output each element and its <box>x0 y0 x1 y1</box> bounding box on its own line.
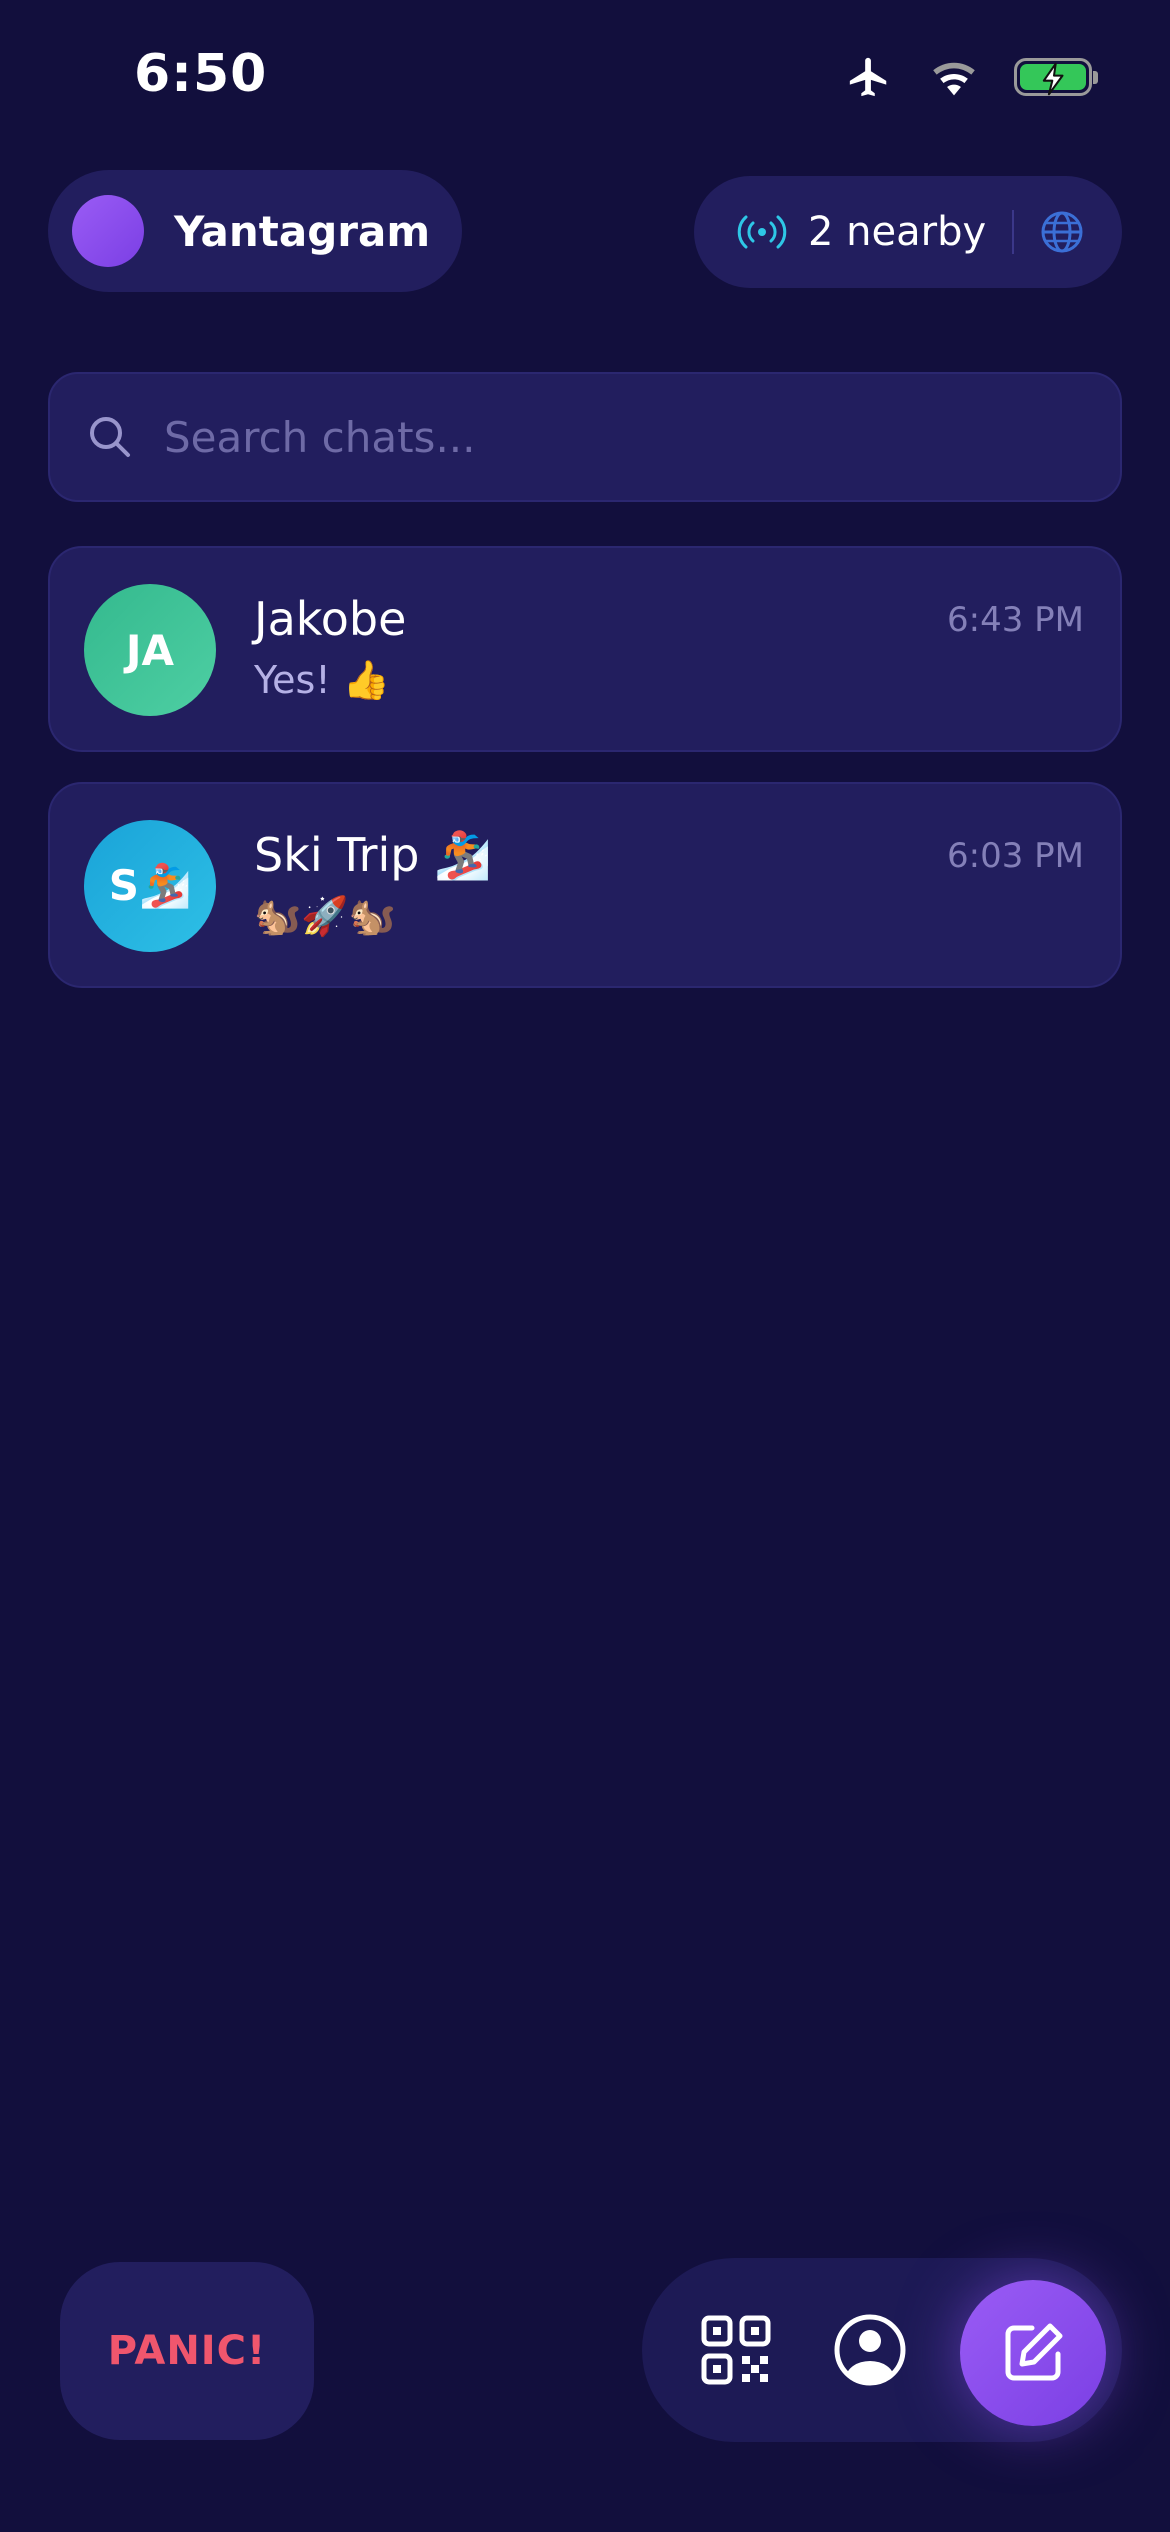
chat-time: 6:03 PM <box>947 836 1084 876</box>
chat-avatar: S🏂 <box>84 820 216 952</box>
status-icons <box>844 52 1098 102</box>
chat-item-ski-trip[interactable]: S🏂 Ski Trip 🏂 🐿️🚀🐿️ 6:03 PM <box>48 782 1122 988</box>
nearby-divider <box>1012 210 1015 254</box>
profile-button[interactable] <box>830 2310 910 2390</box>
chat-avatar: JA <box>84 584 216 716</box>
compose-icon <box>1005 2323 1063 2381</box>
qr-code-icon <box>701 2315 771 2385</box>
profile-pill[interactable]: Yantagram <box>48 170 462 292</box>
wifi-icon <box>933 62 975 96</box>
chat-name: Ski Trip 🏂 <box>254 828 492 882</box>
signal-broadcast-icon <box>737 215 787 249</box>
airplane-icon <box>849 57 887 97</box>
qr-code-button[interactable] <box>700 2314 772 2386</box>
nearby-count: 2 nearby <box>808 209 987 255</box>
globe-icon[interactable] <box>1040 210 1084 254</box>
chat-preview: 🐿️🚀🐿️ <box>254 894 396 938</box>
compose-button[interactable] <box>960 2280 1106 2426</box>
chat-time: 6:43 PM <box>947 600 1084 640</box>
chat-name: Jakobe <box>254 592 407 646</box>
profile-avatar <box>72 195 144 267</box>
status-time: 6:50 <box>134 44 268 104</box>
chat-preview: Yes! 👍 <box>254 658 390 702</box>
profile-name: Yantagram <box>174 206 431 256</box>
search-icon <box>90 417 130 457</box>
panic-button[interactable]: PANIC! <box>60 2262 314 2440</box>
search-bar[interactable] <box>48 372 1122 502</box>
battery-charging-icon <box>1014 58 1098 96</box>
nearby-pill[interactable]: 2 nearby <box>694 176 1122 288</box>
user-circle-icon <box>834 2314 906 2386</box>
search-input[interactable] <box>162 411 1066 463</box>
chat-item-jakobe[interactable]: JA Jakobe Yes! 👍 6:43 PM <box>48 546 1122 752</box>
bottom-dock <box>642 2258 1122 2442</box>
